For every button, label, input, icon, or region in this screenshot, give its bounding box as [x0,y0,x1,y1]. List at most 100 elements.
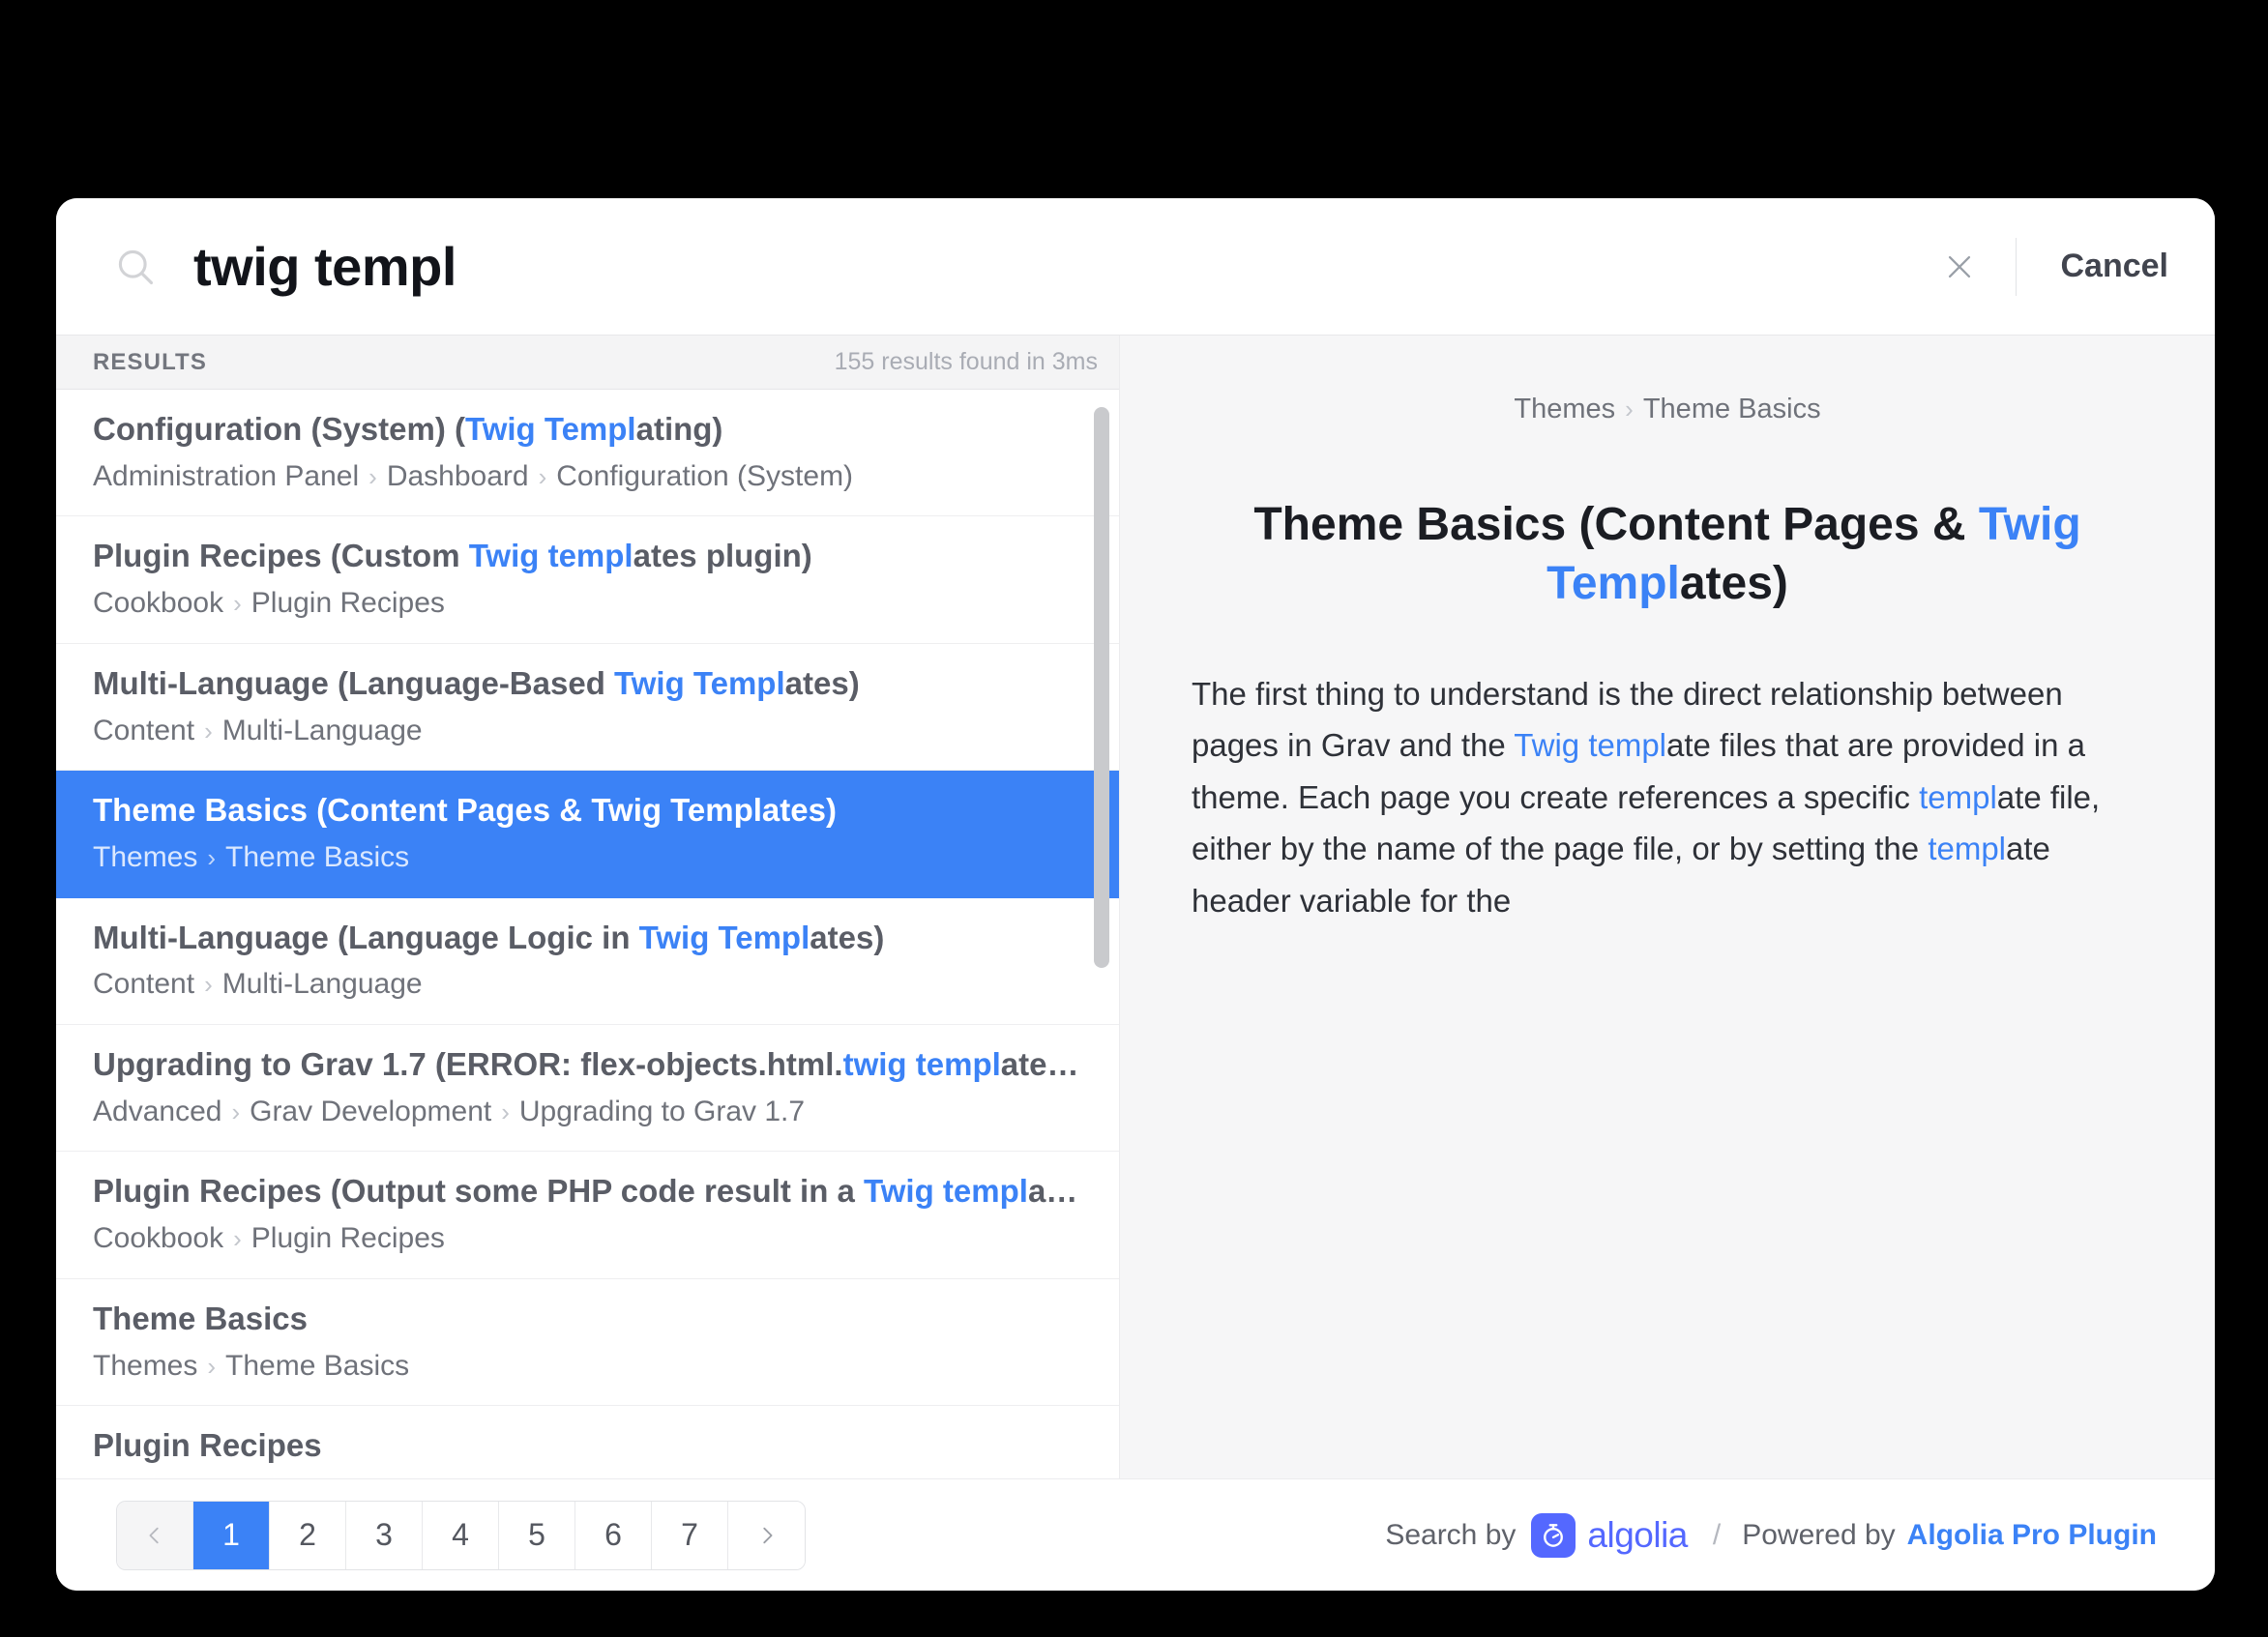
preview-breadcrumb: Themes › Theme Basics [1188,394,2147,425]
result-title: Upgrading to Grav 1.7 (ERROR: flex-objec… [93,1044,1080,1086]
pagination-page-1[interactable]: 1 [193,1501,270,1569]
breadcrumb-separator: › [231,1096,241,1126]
result-title-match: Twig Templ [614,664,785,701]
results-bar: RESULTS 155 results found in 3ms [56,336,1119,390]
search-header: Cancel [56,198,2215,336]
result-title: Configuration (System) (Twig Templating) [93,409,1080,451]
algolia-pro-plugin-link[interactable]: Algolia Pro Plugin [1907,1519,2157,1552]
result-item[interactable]: Theme Basics Themes › Theme Basics [56,1278,1119,1407]
result-breadcrumb: Cookbook › Plugin Recipes [93,585,1080,622]
breadcrumb-item: Multi-Language [221,714,423,746]
result-item[interactable]: Multi-Language (Language Logic in Twig T… [56,897,1119,1025]
search-input[interactable] [193,235,1932,298]
breadcrumb-item: Multi-Language [221,968,423,1001]
chevron-left-icon [144,1525,165,1546]
results-list[interactable]: Configuration (System) (Twig Templating)… [56,390,1119,1478]
breadcrumb-separator: › [501,1096,510,1126]
result-item[interactable]: Configuration (System) (Twig Templating)… [56,390,1119,517]
result-item[interactable]: Upgrading to Grav 1.7 (ERROR: flex-objec… [56,1024,1119,1153]
breadcrumb-item: Theme Basics [225,1349,410,1382]
pagination-prev-button[interactable] [117,1501,193,1569]
result-item[interactable]: Plugin Recipes (Custom Twig templates pl… [56,516,1119,644]
result-title-before: Plugin Recipes (Custom [93,538,469,574]
breadcrumb-item: Content [93,968,195,1001]
result-title: Multi-Language (Language-Based Twig Temp… [93,663,1080,705]
breadcrumb-separator: › [233,1224,242,1254]
result-title-match: Twig Templ [591,792,762,829]
breadcrumb-item: Themes [1514,394,1616,424]
result-title-after: ate) [1027,1173,1080,1210]
clear-search-button[interactable] [1932,240,1987,294]
pagination-page-7[interactable]: 7 [652,1501,728,1569]
result-title-after: ates) [784,664,860,701]
footer-branding: Search by algolia / Powered by Algolia P… [1385,1512,2157,1558]
pagination-page-2[interactable]: 2 [270,1501,346,1569]
search-input-wrap [193,235,1932,298]
result-breadcrumb: Advanced › Grav Development › Upgrading to G… [93,1094,1080,1130]
breadcrumb-separator: › [207,843,217,873]
result-title-after: ates) [810,919,885,955]
breadcrumb-item: Configuration (System) [556,459,854,492]
result-title: Plugin Recipes (Custom Twig templates pl… [93,536,1080,577]
breadcrumb-item: Cookbook [93,1222,224,1255]
breadcrumb-item: Plugin Recipes [250,587,445,620]
results-label: RESULTS [93,348,207,375]
result-title-match: Twig templ [468,538,633,574]
pagination-next-button[interactable] [728,1501,805,1569]
breadcrumb-item: Themes [93,1349,198,1382]
preview-title-before: Theme Basics (Content Pages & [1253,499,1979,550]
preview-body-text: The first thing to understand is the dir… [1188,668,2147,926]
result-title-match: Twig Templ [638,919,810,955]
result-title-before: Multi-Language (Language-Based [93,664,615,701]
result-title-after: ates) [761,792,837,829]
result-item[interactable]: Multi-Language (Language-Based Twig Temp… [56,643,1119,772]
header-divider [2015,237,2017,296]
search-icon [114,246,157,288]
breadcrumb-item: Cookbook [93,587,224,620]
result-title-before: Multi-Language (Language Logic in [93,919,639,955]
breadcrumb-item: Cookbook [93,1476,223,1478]
breadcrumb-item: Theme Basics [1642,394,1821,424]
result-item[interactable]: Plugin Recipes (Output some PHP code res… [56,1152,1119,1279]
result-title-before: Theme Basics [93,1300,308,1336]
result-title-before: Plugin Recipes [93,1427,322,1464]
result-title: Multi-Language (Language Logic in Twig T… [93,918,1080,959]
result-breadcrumb: Themes › Theme Basics [93,1348,1080,1385]
pagination: 1234567 [116,1500,806,1570]
breadcrumb-item: Grav Development [250,1095,492,1127]
result-title-after: ates plugin) [633,538,812,574]
preview-title-after: ates) [1679,558,1788,610]
preview-body-match: templ [1928,831,2007,867]
algolia-wordmark: algolia [1587,1514,1688,1555]
breadcrumb-separator: › [368,461,377,491]
result-title-before: Upgrading to Grav 1.7 (ERROR: flex-objec… [93,1045,843,1082]
result-breadcrumb: Cookbook › Plugin Recipes [93,1220,1080,1257]
breadcrumb-separator: › [204,716,213,745]
result-title-before: Theme Basics (Content Pages & [93,792,592,829]
result-title-match: Twig Templ [465,411,636,447]
breadcrumb-separator: › [233,589,242,619]
breadcrumb-separator: › [207,1351,217,1381]
pagination-page-6[interactable]: 6 [575,1501,652,1569]
preview-panel: Themes › Theme Basics Theme Basics (Conten… [1120,336,2215,1478]
pagination-page-3[interactable]: 3 [346,1501,423,1569]
screen-background: Cancel RESULTS 155 results found in 3ms … [0,0,2268,1637]
algolia-stopwatch-icon [1531,1512,1576,1558]
breadcrumb-separator: › [538,461,547,491]
results-scrollbar[interactable] [1094,407,1109,968]
breadcrumb-separator: › [204,970,213,1000]
pagination-page-5[interactable]: 5 [499,1501,575,1569]
breadcrumb-item: Upgrading to Grav 1.7 [518,1095,806,1127]
result-breadcrumb: Content › Multi-Language [93,966,1080,1003]
breadcrumb-item: Advanced [93,1095,222,1127]
result-title: Plugin Recipes [93,1425,1080,1467]
search-footer: 1234567 Search by algolia / Powered by A… [56,1478,2215,1591]
cancel-button[interactable]: Cancel [2057,248,2173,285]
result-item[interactable]: Theme Basics (Content Pages & Twig Templ… [56,771,1119,898]
result-title-before: Configuration (System) ( [93,411,465,447]
result-item[interactable]: Plugin RecipesCookbook›Plugin Recipes [56,1406,1119,1478]
pagination-page-4[interactable]: 4 [423,1501,499,1569]
breadcrumb-item: Plugin Recipes [250,1222,445,1255]
result-title: Plugin Recipes (Output some PHP code res… [93,1171,1080,1213]
result-title-before: Plugin Recipes (Output some PHP code res… [93,1173,865,1210]
